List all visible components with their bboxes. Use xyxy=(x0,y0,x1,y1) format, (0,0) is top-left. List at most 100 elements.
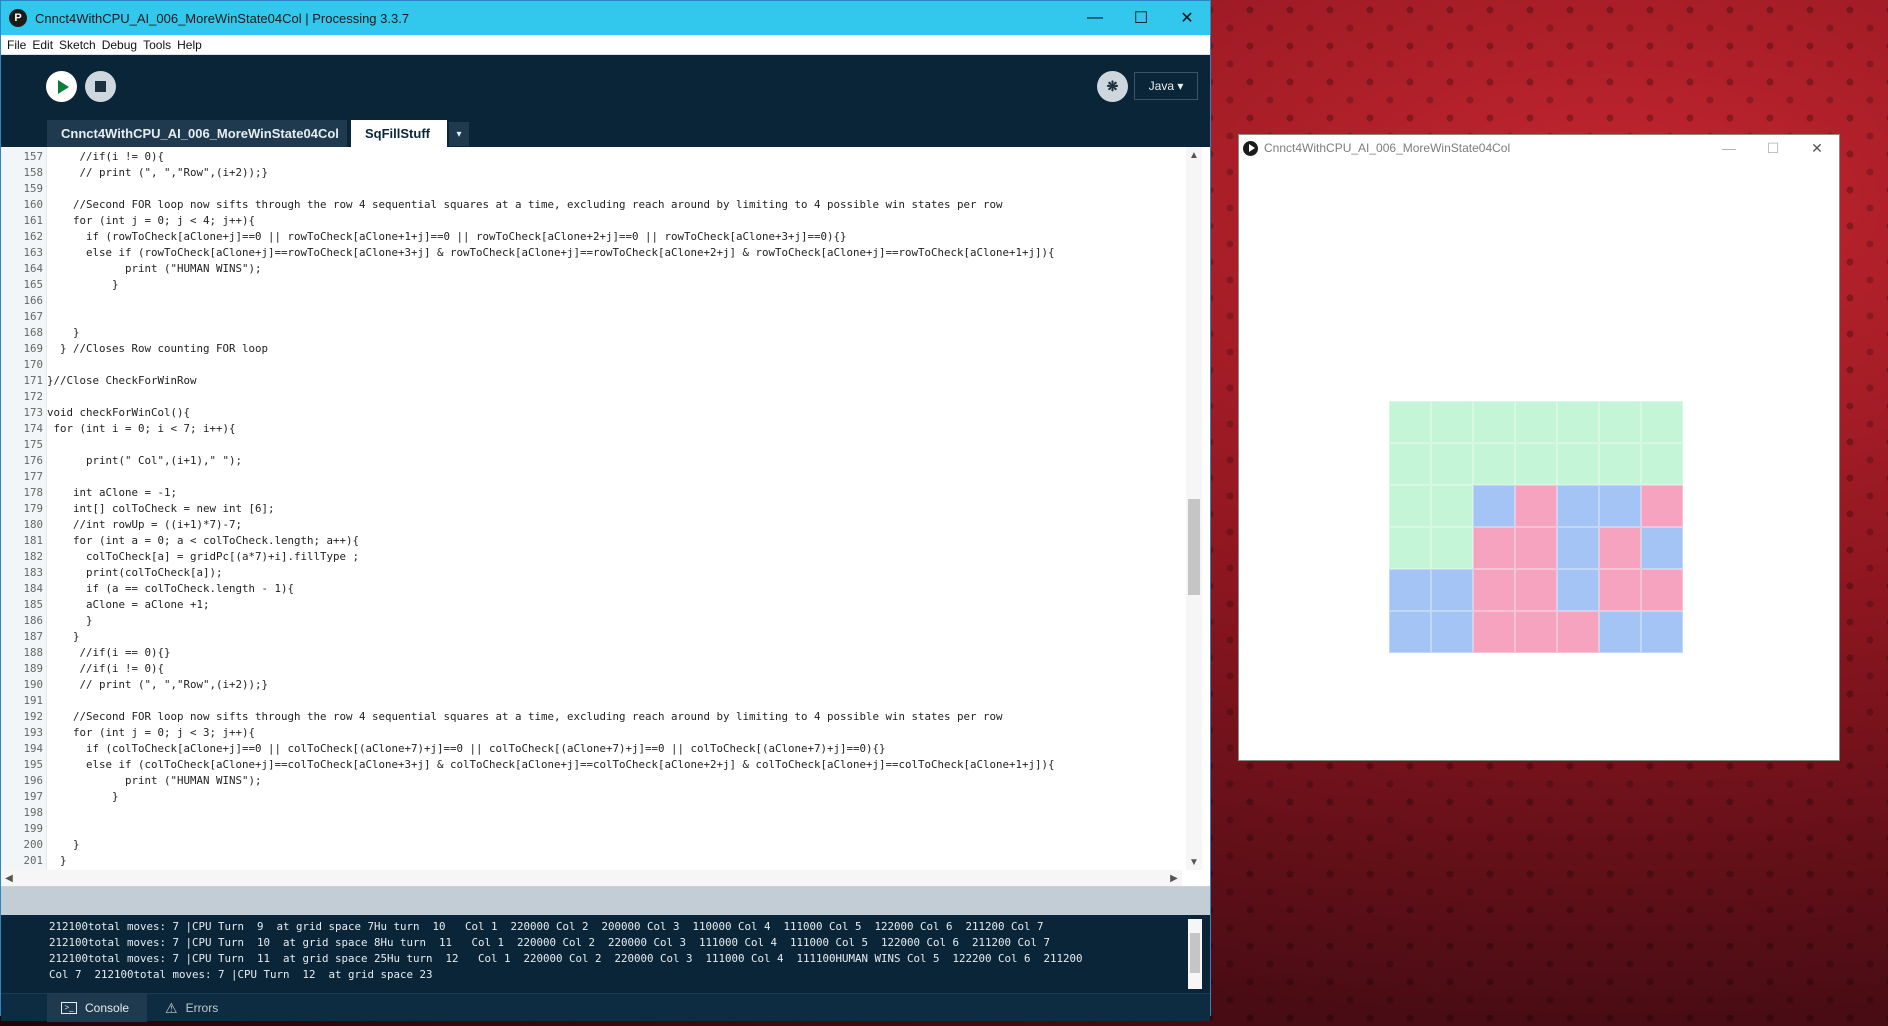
maximize-button[interactable]: ☐ xyxy=(1118,1,1164,35)
board-cell-cpu[interactable] xyxy=(1473,485,1515,527)
board-cell-cpu[interactable] xyxy=(1641,527,1683,569)
code-line[interactable]: for (int a = 0; a < colToCheck.length; a… xyxy=(47,533,1182,549)
board-cell-empty[interactable] xyxy=(1557,443,1599,485)
minimize-button[interactable]: — xyxy=(1072,1,1118,35)
menu-sketch[interactable]: Sketch xyxy=(59,38,96,52)
board-cell-cpu[interactable] xyxy=(1599,611,1641,653)
sketch-close-button[interactable]: ✕ xyxy=(1795,135,1839,161)
board-cell-cpu[interactable] xyxy=(1431,611,1473,653)
code-line[interactable]: if (rowToCheck[aClone+j]==0 || rowToChec… xyxy=(47,229,1182,245)
board-cell-human[interactable] xyxy=(1641,485,1683,527)
board-cell-human[interactable] xyxy=(1599,569,1641,611)
board-cell-cpu[interactable] xyxy=(1557,485,1599,527)
close-button[interactable]: ✕ xyxy=(1164,1,1210,35)
board-cell-empty[interactable] xyxy=(1389,443,1431,485)
code-line[interactable]: else if (colToCheck[aClone+j]==colToChec… xyxy=(47,757,1182,773)
menu-tools[interactable]: Tools xyxy=(143,38,171,52)
console-scroll-thumb[interactable] xyxy=(1190,933,1200,973)
scroll-right-arrow-icon[interactable]: ▶ xyxy=(1166,870,1182,886)
board-cell-cpu[interactable] xyxy=(1389,569,1431,611)
menu-edit[interactable]: Edit xyxy=(32,38,53,52)
code-line[interactable]: } xyxy=(47,613,1182,629)
code-line[interactable]: for (int j = 0; j < 3; j++){ xyxy=(47,725,1182,741)
editor-console-divider[interactable] xyxy=(1,887,1210,915)
scroll-down-arrow-icon[interactable]: ▼ xyxy=(1186,854,1202,870)
code-line[interactable]: // print (", ","Row",(i+2));} xyxy=(47,165,1182,181)
code-line[interactable]: if (colToCheck[aClone+j]==0 || colToChec… xyxy=(47,741,1182,757)
run-button[interactable] xyxy=(46,71,77,102)
code-line[interactable]: } xyxy=(47,853,1182,869)
code-line[interactable] xyxy=(47,805,1182,821)
code-line[interactable] xyxy=(47,357,1182,373)
board-cell-empty[interactable] xyxy=(1431,485,1473,527)
errors-tab[interactable]: ⚠ Errors xyxy=(151,994,232,1022)
board-cell-empty[interactable] xyxy=(1515,401,1557,443)
board-cell-human[interactable] xyxy=(1515,569,1557,611)
code-line[interactable] xyxy=(47,181,1182,197)
code-line[interactable]: print ("HUMAN WINS"); xyxy=(47,773,1182,789)
code-line[interactable]: //int rowUp = ((i+1)*7)-7; xyxy=(47,517,1182,533)
code-line[interactable]: colToCheck[a] = gridPc[(a*7)+i].fillType… xyxy=(47,549,1182,565)
ide-titlebar[interactable]: P Cnnct4WithCPU_AI_006_MoreWinState04Col… xyxy=(1,1,1210,35)
board-cell-empty[interactable] xyxy=(1473,443,1515,485)
code-line[interactable]: //Second FOR loop now sifts through the … xyxy=(47,709,1182,725)
code-line[interactable]: } xyxy=(47,277,1182,293)
sketch-titlebar[interactable]: Cnnct4WithCPU_AI_006_MoreWinState04Col —… xyxy=(1239,135,1839,161)
board-cell-human[interactable] xyxy=(1473,611,1515,653)
board-cell-human[interactable] xyxy=(1515,485,1557,527)
stop-button[interactable] xyxy=(85,71,116,102)
board-cell-human[interactable] xyxy=(1557,611,1599,653)
code-line[interactable] xyxy=(47,469,1182,485)
connect4-board[interactable] xyxy=(1389,401,1683,653)
sketch-minimize-button[interactable]: — xyxy=(1707,135,1751,161)
code-line[interactable]: if (a == colToCheck.length - 1){ xyxy=(47,581,1182,597)
board-cell-cpu[interactable] xyxy=(1641,611,1683,653)
board-cell-cpu[interactable] xyxy=(1389,611,1431,653)
board-cell-empty[interactable] xyxy=(1641,443,1683,485)
editor-vertical-scrollbar[interactable]: ▲ ▼ xyxy=(1186,147,1202,870)
code-line[interactable]: } xyxy=(47,325,1182,341)
mode-selector[interactable]: Java ▾ xyxy=(1134,72,1198,100)
board-cell-cpu[interactable] xyxy=(1599,485,1641,527)
menu-file[interactable]: File xyxy=(7,38,26,52)
code-line[interactable] xyxy=(47,437,1182,453)
board-cell-empty[interactable] xyxy=(1599,443,1641,485)
board-cell-human[interactable] xyxy=(1599,527,1641,569)
board-cell-empty[interactable] xyxy=(1431,401,1473,443)
code-line[interactable]: //if(i == 0){} xyxy=(47,645,1182,661)
code-line[interactable]: //Second FOR loop now sifts through the … xyxy=(47,197,1182,213)
code-line[interactable]: } //Closes Row counting FOR loop xyxy=(47,341,1182,357)
editor-horizontal-scrollbar[interactable]: ◀ ▶ xyxy=(1,870,1182,886)
code-line[interactable]: print ("HUMAN WINS"); xyxy=(47,261,1182,277)
code-line[interactable] xyxy=(47,293,1182,309)
code-line[interactable]: int aClone = -1; xyxy=(47,485,1182,501)
code-line[interactable] xyxy=(47,821,1182,837)
board-cell-empty[interactable] xyxy=(1389,401,1431,443)
code-line[interactable]: for (int j = 0; j < 4; j++){ xyxy=(47,213,1182,229)
board-cell-cpu[interactable] xyxy=(1431,569,1473,611)
board-cell-empty[interactable] xyxy=(1431,443,1473,485)
board-cell-human[interactable] xyxy=(1473,569,1515,611)
code-line[interactable]: else if (rowToCheck[aClone+j]==rowToChec… xyxy=(47,245,1182,261)
menu-help[interactable]: Help xyxy=(177,38,202,52)
board-cell-empty[interactable] xyxy=(1473,401,1515,443)
scroll-left-arrow-icon[interactable]: ◀ xyxy=(1,870,17,886)
scroll-thumb[interactable] xyxy=(1188,499,1200,595)
sketch-maximize-button[interactable]: ☐ xyxy=(1751,135,1795,161)
console-tab[interactable]: >_ Console xyxy=(47,994,147,1022)
code-line[interactable]: //if(i != 0){ xyxy=(47,661,1182,677)
board-cell-empty[interactable] xyxy=(1557,401,1599,443)
board-cell-human[interactable] xyxy=(1473,527,1515,569)
debugger-button[interactable]: ❋ xyxy=(1097,71,1128,102)
code-line[interactable]: //if(i != 0){ xyxy=(47,149,1182,165)
board-cell-empty[interactable] xyxy=(1389,527,1431,569)
code-line[interactable]: // print (", ","Row",(i+2));} xyxy=(47,677,1182,693)
code-editor[interactable]: 157 158 159 160 161 162 163 164 165 166 167 168 169 1… xyxy=(1,147,1210,887)
code-line[interactable] xyxy=(47,309,1182,325)
code-line[interactable]: int[] colToCheck = new int [6]; xyxy=(47,501,1182,517)
console-scrollbar[interactable] xyxy=(1188,919,1202,989)
tab-main-sketch[interactable]: Cnnct4WithCPU_AI_006_MoreWinState04Col xyxy=(47,120,347,147)
tab-sqfillstuff[interactable]: SqFillStuff xyxy=(351,120,447,147)
code-line[interactable]: } xyxy=(47,789,1182,805)
board-cell-human[interactable] xyxy=(1515,527,1557,569)
